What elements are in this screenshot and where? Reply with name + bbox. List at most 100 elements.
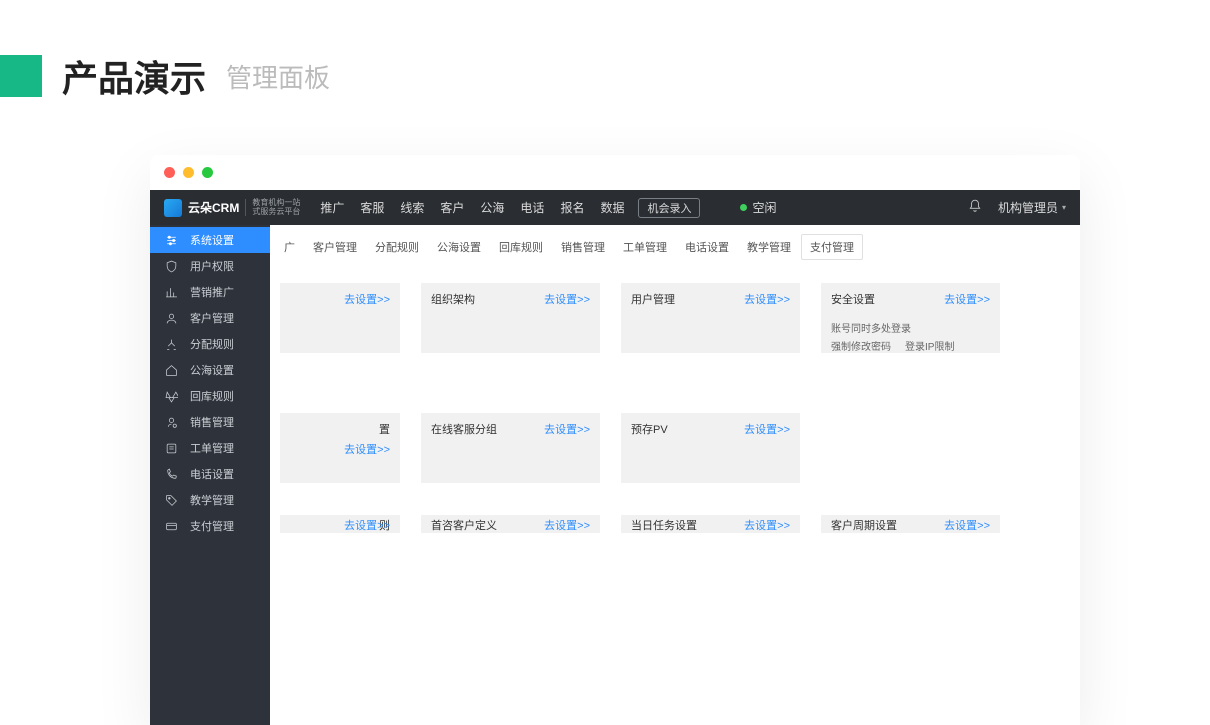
settings-card-user[interactable]: 用户管理 去设置>>	[621, 283, 800, 353]
settings-card-security[interactable]: 安全设置 去设置>> 账号同时多处登录 强制修改密码 登录IP限制	[821, 283, 1000, 353]
sidebar-item-label: 分配规则	[190, 336, 234, 352]
topnav-item[interactable]: 线索	[400, 199, 424, 216]
status-label: 空闲	[752, 199, 776, 216]
sidebar-item-label: 教学管理	[190, 492, 234, 508]
user-label: 机构管理员	[998, 199, 1058, 216]
tab-payment[interactable]: 支付管理	[801, 234, 863, 260]
card-sub-item[interactable]: 账号同时多处登录	[831, 321, 911, 339]
card-link[interactable]: 去设置>>	[744, 421, 790, 437]
page-subtitle: 管理面板	[226, 58, 330, 95]
sidebar-item-publicpool[interactable]: 公海设置	[150, 357, 270, 383]
phone-icon	[164, 467, 178, 481]
card-sub-item[interactable]: 强制修改密码	[831, 339, 891, 357]
card-link[interactable]: 去设置>>	[544, 421, 590, 437]
card-link[interactable]: 去设置>>	[744, 291, 790, 307]
status-indicator[interactable]: 空闲	[740, 199, 776, 216]
tab-teaching[interactable]: 教学管理	[739, 235, 799, 259]
card-link[interactable]: 去设置>>	[944, 517, 990, 533]
sidebar-item-teaching[interactable]: 教学管理	[150, 487, 270, 513]
settings-card-daily-task[interactable]: 当日任务设置 去设置>>	[621, 515, 800, 533]
tab-ticket[interactable]: 工单管理	[615, 235, 675, 259]
topnav-item[interactable]: 推广	[320, 199, 344, 216]
topnav-item[interactable]: 报名	[560, 199, 584, 216]
sidebar-item-label: 用户权限	[190, 258, 234, 274]
tab-sales[interactable]: 销售管理	[553, 235, 613, 259]
sidebar-item-marketing[interactable]: 营销推广	[150, 279, 270, 305]
sidebar-item-phone[interactable]: 电话设置	[150, 461, 270, 487]
settings-card-pv[interactable]: 预存PV 去设置>>	[621, 413, 800, 483]
card-link[interactable]: 去设置>>	[344, 517, 390, 533]
recycle-icon	[164, 389, 178, 403]
sidebar-item-label: 系统设置	[190, 232, 234, 248]
notification-icon[interactable]	[968, 199, 982, 216]
topnav-item[interactable]: 公海	[480, 199, 504, 216]
app-body: 系统设置 用户权限 营销推广 客户管理 分配规则 公海设置	[150, 225, 1080, 725]
shield-icon	[164, 259, 178, 273]
close-icon[interactable]	[164, 167, 175, 178]
settings-card-org[interactable]: 组织架构 去设置>>	[421, 283, 600, 353]
content-area: 广 客户管理 分配规则 公海设置 回库规则 销售管理 工单管理 电话设置 教学管…	[270, 225, 1080, 725]
logo-tagline: 教育机构一站 式服务云平台	[245, 199, 300, 217]
cards-container: 去设置>> 组织架构 去设置>> 用户管理 去设置>> 安全设置 去设置>>	[270, 261, 1080, 533]
settings-card[interactable]: 则 去设置>>	[280, 515, 400, 533]
settings-card[interactable]: 去设置>>	[280, 283, 400, 353]
tab-customer[interactable]: 客户管理	[305, 235, 365, 259]
chart-icon	[164, 285, 178, 299]
distribute-icon	[164, 337, 178, 351]
topnav-item[interactable]: 客户	[440, 199, 464, 216]
sidebar-item-label: 电话设置	[190, 466, 234, 482]
topnav-item[interactable]: 客服	[360, 199, 384, 216]
topbar: 云朵CRM 教育机构一站 式服务云平台 推广 客服 线索 客户 公海 电话 报名…	[150, 190, 1080, 225]
sidebar-item-label: 支付管理	[190, 518, 234, 534]
card-link[interactable]: 去设置>>	[544, 517, 590, 533]
settings-card-online-group[interactable]: 在线客服分组 去设置>>	[421, 413, 600, 483]
sidebar-item-payment[interactable]: 支付管理	[150, 513, 270, 539]
settings-card-cycle[interactable]: 客户周期设置 去设置>>	[821, 515, 1000, 533]
card-link[interactable]: 去设置>>	[744, 517, 790, 533]
tab-recycle[interactable]: 回库规则	[491, 235, 551, 259]
card-link[interactable]: 去设置>>	[344, 291, 390, 307]
accent-block	[0, 55, 42, 97]
cards-row-3: 则 去设置>> 首咨客户定义 去设置>> 当日任务设置 去设置>> 客户周期设置…	[280, 515, 1080, 533]
page-title: 产品演示	[62, 50, 206, 102]
sales-icon	[164, 415, 178, 429]
card-icon	[164, 519, 178, 533]
page-header: 产品演示 管理面板	[0, 0, 1210, 102]
tab-partial[interactable]: 广	[276, 235, 303, 259]
topbar-right: 机构管理员 ▾	[968, 199, 1066, 216]
topnav-item[interactable]: 电话	[520, 199, 544, 216]
sidebar-item-ticket[interactable]: 工单管理	[150, 435, 270, 461]
card-link[interactable]: 去设置>>	[944, 291, 990, 307]
sidebar-item-sales[interactable]: 销售管理	[150, 409, 270, 435]
sidebar-item-label: 回库规则	[190, 388, 234, 404]
card-sub-list: 账号同时多处登录	[831, 321, 990, 339]
tab-phone[interactable]: 电话设置	[677, 235, 737, 259]
status-dot-icon	[740, 204, 747, 211]
user-menu[interactable]: 机构管理员 ▾	[998, 199, 1066, 216]
cards-row-1: 去设置>> 组织架构 去设置>> 用户管理 去设置>> 安全设置 去设置>>	[280, 283, 1080, 353]
sidebar-item-label: 公海设置	[190, 362, 234, 378]
sidebar-item-system-settings[interactable]: 系统设置	[150, 227, 270, 253]
sidebar-item-label: 客户管理	[190, 310, 234, 326]
tab-distribution[interactable]: 分配规则	[367, 235, 427, 259]
card-link[interactable]: 去设置>>	[544, 291, 590, 307]
logo[interactable]: 云朵CRM 教育机构一站 式服务云平台	[164, 199, 300, 217]
chevron-down-icon: ▾	[1062, 203, 1066, 212]
minimize-icon[interactable]	[183, 167, 194, 178]
card-link[interactable]: 去设置>>	[344, 441, 390, 457]
tab-publicpool[interactable]: 公海设置	[429, 235, 489, 259]
sidebar-item-distribution[interactable]: 分配规则	[150, 331, 270, 357]
sidebar-item-customer[interactable]: 客户管理	[150, 305, 270, 331]
sidebar-item-user-permission[interactable]: 用户权限	[150, 253, 270, 279]
topnav-item[interactable]: 数据	[600, 199, 624, 216]
record-opportunity-button[interactable]: 机会录入	[638, 198, 700, 218]
settings-card[interactable]: 置 去设置>>	[280, 413, 400, 483]
topnav: 推广 客服 线索 客户 公海 电话 报名 数据	[320, 199, 624, 216]
tabs-row: 广 客户管理 分配规则 公海设置 回库规则 销售管理 工单管理 电话设置 教学管…	[270, 225, 1080, 261]
window-traffic-lights	[150, 155, 1080, 190]
settings-card-first-consult[interactable]: 首咨客户定义 去设置>>	[421, 515, 600, 533]
maximize-icon[interactable]	[202, 167, 213, 178]
tag-icon	[164, 493, 178, 507]
sidebar-item-recycle[interactable]: 回库规则	[150, 383, 270, 409]
card-sub-item[interactable]: 登录IP限制	[905, 339, 954, 357]
